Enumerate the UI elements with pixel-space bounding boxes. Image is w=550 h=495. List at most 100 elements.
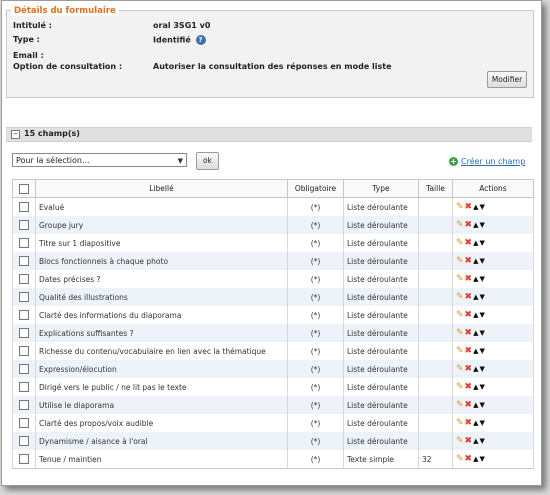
pencil-icon[interactable]: ✎ (456, 454, 464, 464)
arrow-down-icon[interactable]: ▼ (479, 437, 484, 446)
row-checkbox[interactable] (19, 220, 29, 230)
arrow-down-icon[interactable]: ▼ (479, 257, 484, 266)
create-field-link[interactable]: + Créer un champ (449, 157, 525, 166)
arrow-up-icon[interactable]: ▲ (473, 383, 478, 392)
arrow-down-icon[interactable]: ▼ (479, 401, 484, 410)
delete-icon[interactable]: ✖ (465, 220, 473, 230)
row-checkbox[interactable] (19, 328, 29, 338)
pencil-icon[interactable]: ✎ (456, 418, 464, 428)
header-select-all (12, 179, 36, 198)
delete-icon[interactable]: ✖ (465, 436, 473, 446)
row-checkbox[interactable] (19, 310, 29, 320)
pencil-icon[interactable]: ✎ (456, 256, 464, 266)
arrow-down-icon[interactable]: ▼ (479, 347, 484, 356)
cell-libelle: Qualité des illustrations (35, 288, 288, 306)
table-row: Qualité des illustrations (*) Liste déroul… (12, 288, 534, 306)
pencil-icon[interactable]: ✎ (456, 274, 464, 284)
arrow-up-icon[interactable]: ▲ (473, 419, 478, 428)
cell-type: Liste déroulante (343, 216, 419, 234)
arrow-up-icon[interactable]: ▲ (473, 293, 478, 302)
delete-icon[interactable]: ✖ (465, 202, 473, 212)
pencil-icon[interactable]: ✎ (456, 364, 464, 374)
arrow-down-icon[interactable]: ▼ (479, 293, 484, 302)
delete-icon[interactable]: ✖ (465, 328, 473, 338)
arrow-down-icon[interactable]: ▼ (479, 365, 484, 374)
arrow-down-icon[interactable]: ▼ (479, 203, 484, 212)
row-checkbox[interactable] (19, 256, 29, 266)
row-checkbox[interactable] (19, 238, 29, 248)
row-checkbox[interactable] (19, 400, 29, 410)
select-all-checkbox[interactable] (19, 183, 29, 194)
row-checkbox[interactable] (19, 454, 29, 464)
row-checkbox[interactable] (19, 202, 29, 212)
arrow-up-icon[interactable]: ▲ (473, 437, 478, 446)
pencil-icon[interactable]: ✎ (456, 382, 464, 392)
table-row: Expression/élocution (*) Liste déroulante ✎… (12, 360, 534, 378)
row-checkbox[interactable] (19, 364, 29, 374)
pencil-icon[interactable]: ✎ (456, 238, 464, 248)
help-icon[interactable]: ? (195, 35, 206, 45)
ok-button[interactable]: ok (196, 152, 219, 170)
pencil-icon[interactable]: ✎ (456, 220, 464, 230)
cell-libelle: Blocs fonctionnels à chaque photo (35, 252, 288, 270)
arrow-up-icon[interactable]: ▲ (473, 257, 478, 266)
delete-icon[interactable]: ✖ (465, 364, 473, 374)
modify-button[interactable]: Modifier (487, 71, 527, 88)
row-checkbox[interactable] (19, 274, 29, 284)
table-row: Evalué (*) Liste déroulante ✎✖▲▼ (12, 197, 534, 216)
arrow-up-icon[interactable]: ▲ (473, 329, 478, 338)
arrow-down-icon[interactable]: ▼ (479, 311, 484, 320)
cell-obligatoire: (*) (287, 378, 344, 396)
delete-icon[interactable]: ✖ (465, 256, 473, 266)
fields-table: Libellé Obligatoire Type Taille Actions … (12, 179, 534, 469)
arrow-up-icon[interactable]: ▲ (473, 401, 478, 410)
arrow-up-icon[interactable]: ▲ (473, 347, 478, 356)
delete-icon[interactable]: ✖ (465, 292, 473, 302)
collapse-icon[interactable]: − (11, 130, 20, 139)
pencil-icon[interactable]: ✎ (456, 436, 464, 446)
arrow-down-icon[interactable]: ▼ (479, 275, 484, 284)
row-checkbox[interactable] (19, 382, 29, 392)
delete-icon[interactable]: ✖ (465, 238, 473, 248)
delete-icon[interactable]: ✖ (465, 400, 473, 410)
cell-libelle: Dynamisme / aisance à l'oral (35, 432, 288, 450)
delete-icon[interactable]: ✖ (465, 454, 473, 464)
delete-icon[interactable]: ✖ (465, 346, 473, 356)
row-checkbox[interactable] (19, 418, 29, 428)
arrow-up-icon[interactable]: ▲ (473, 365, 478, 374)
delete-icon[interactable]: ✖ (465, 382, 473, 392)
row-checkbox[interactable] (19, 346, 29, 356)
arrow-down-icon[interactable]: ▼ (479, 329, 484, 338)
pencil-icon[interactable]: ✎ (456, 292, 464, 302)
delete-icon[interactable]: ✖ (465, 274, 473, 284)
cell-libelle: Richesse du contenu/vocabulaire en lien … (35, 342, 288, 360)
row-select-cell (12, 270, 36, 288)
delete-icon[interactable]: ✖ (465, 418, 473, 428)
row-checkbox[interactable] (19, 436, 29, 446)
pencil-icon[interactable]: ✎ (456, 310, 464, 320)
arrow-up-icon[interactable]: ▲ (473, 239, 478, 248)
arrow-down-icon[interactable]: ▼ (479, 239, 484, 248)
delete-icon[interactable]: ✖ (465, 310, 473, 320)
cell-libelle: Evalué (35, 197, 288, 216)
arrow-down-icon[interactable]: ▼ (479, 419, 484, 428)
arrow-down-icon[interactable]: ▼ (479, 383, 484, 392)
row-checkbox[interactable] (19, 292, 29, 302)
pencil-icon[interactable]: ✎ (456, 328, 464, 338)
arrow-up-icon[interactable]: ▲ (473, 311, 478, 320)
arrow-down-icon[interactable]: ▼ (479, 221, 484, 230)
pencil-icon[interactable]: ✎ (456, 346, 464, 356)
fields-section-bar: − 15 champ(s) (6, 127, 532, 142)
add-icon: + (449, 157, 458, 166)
arrow-up-icon[interactable]: ▲ (473, 221, 478, 230)
pencil-icon[interactable]: ✎ (456, 202, 464, 212)
cell-libelle: Tenue / maintien (35, 450, 288, 469)
arrow-up-icon[interactable]: ▲ (473, 275, 478, 284)
bulk-action-select[interactable]: Pour la sélection... ▼ (12, 153, 187, 167)
arrow-down-icon[interactable]: ▼ (479, 455, 484, 464)
arrow-up-icon[interactable]: ▲ (473, 455, 478, 464)
row-select-cell (12, 306, 36, 324)
cell-type: Liste déroulante (343, 414, 419, 432)
arrow-up-icon[interactable]: ▲ (473, 203, 478, 212)
pencil-icon[interactable]: ✎ (456, 400, 464, 410)
